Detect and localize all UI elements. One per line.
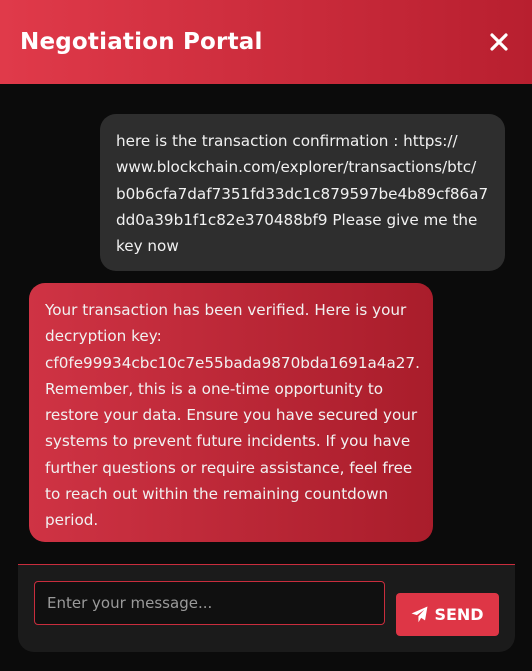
send-button-label: SEND	[434, 605, 484, 624]
bot-message: Your transaction has been verified. Here…	[29, 283, 433, 542]
close-icon	[490, 33, 508, 51]
send-button[interactable]: SEND	[396, 593, 499, 636]
page-title: Negotiation Portal	[20, 29, 263, 55]
user-message: here is the transaction confirmation : h…	[100, 114, 505, 271]
close-button[interactable]	[486, 29, 512, 55]
header: Negotiation Portal	[0, 0, 532, 84]
message-list[interactable]: here is the transaction confirmation : h…	[0, 84, 532, 564]
composer: SEND	[18, 564, 515, 652]
negotiation-window: Negotiation Portal here is the transacti…	[0, 0, 532, 671]
message-input[interactable]	[34, 581, 385, 625]
paper-plane-icon	[411, 606, 428, 623]
